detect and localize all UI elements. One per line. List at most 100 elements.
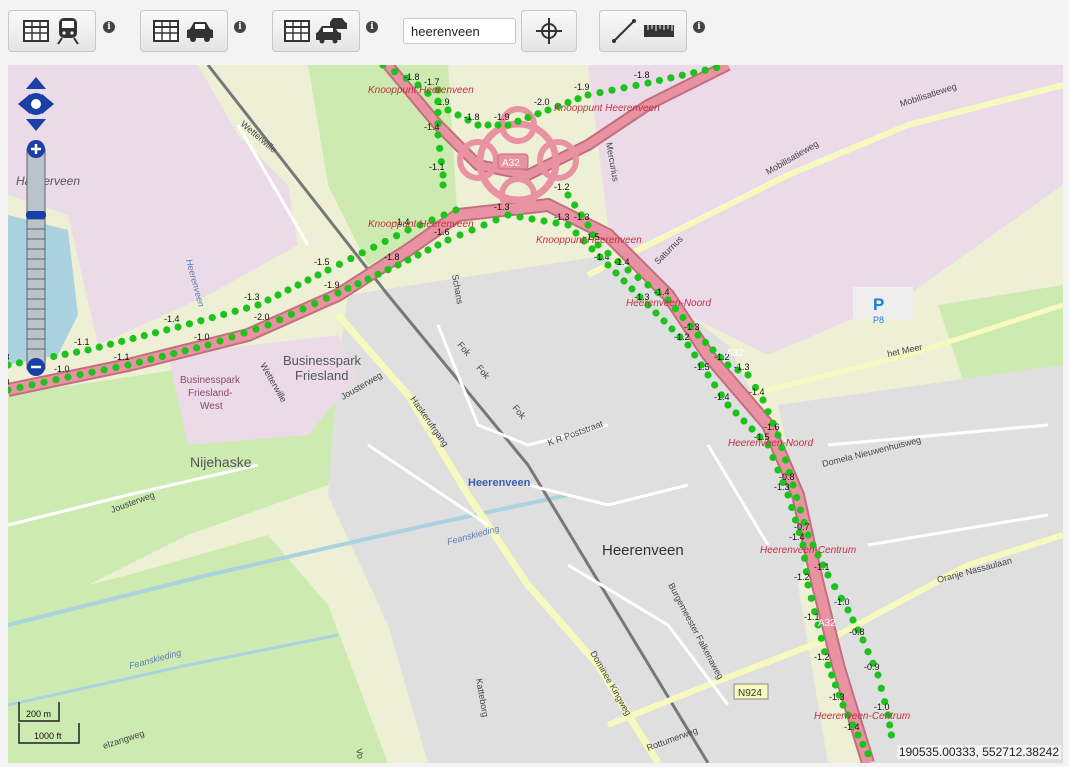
traffic-dot	[242, 304, 251, 312]
traffic-dot	[494, 121, 502, 129]
traffic-dot-value: -1.0	[194, 332, 210, 342]
traffic-dot-value: -1.5	[314, 257, 330, 267]
traffic-dot	[394, 261, 402, 269]
traffic-dot-value: -1.3	[774, 482, 790, 492]
ruler-icon	[644, 25, 674, 37]
traffic-dot	[704, 371, 712, 379]
road-shield: A32	[818, 618, 836, 629]
traffic-dot	[84, 346, 92, 354]
traffic-dot-value: -1.3	[8, 352, 10, 362]
traffic-dot	[516, 213, 524, 221]
traffic-dot	[124, 361, 132, 369]
traffic-dot-value: -1.3	[554, 212, 570, 222]
traffic-dot	[174, 323, 182, 331]
traffic-dot	[311, 300, 319, 308]
traffic-dot	[454, 111, 462, 119]
traffic-dot	[632, 81, 640, 89]
traffic-dot	[392, 232, 401, 240]
traffic-dot	[192, 344, 201, 352]
traffic-dot-value: -1.4	[844, 722, 860, 732]
traffic-dot	[50, 352, 58, 361]
line-icon	[612, 19, 636, 43]
pan-control[interactable]	[16, 75, 56, 133]
traffic-dot-value: -1.5	[694, 362, 710, 372]
junction-label: Knooppunt Heerenveen	[368, 219, 474, 230]
traffic-dot-value: -0.8	[849, 627, 865, 637]
junction-label: Knooppunt Heerenveen	[536, 235, 642, 246]
traffic-dot	[679, 313, 687, 322]
traffic-dot	[824, 661, 832, 669]
traffic-dot	[864, 750, 872, 758]
traffic-dot-value: -1.9	[324, 280, 340, 290]
traffic-dot	[732, 409, 740, 417]
traffic-dot	[684, 341, 692, 349]
traffic-dot-value: -1.6	[764, 422, 780, 432]
traffic-dot	[831, 681, 840, 689]
traffic-dot	[354, 280, 362, 288]
zoom-bar[interactable]	[26, 139, 46, 379]
traffic-dot	[106, 340, 115, 348]
traffic-dot	[564, 221, 572, 229]
traffic-dot-value: -1.2	[674, 332, 690, 342]
traffic-dot	[95, 343, 103, 351]
traffic-dot	[314, 271, 322, 279]
traffic-dot	[364, 275, 372, 283]
traffic-dot	[678, 71, 686, 79]
traffic-dot	[492, 216, 500, 224]
traffic-dot	[197, 317, 205, 325]
info-icon[interactable]: i	[103, 21, 115, 33]
traffic-dot	[381, 237, 389, 246]
traffic-dot-value: -1.1	[429, 162, 445, 172]
traffic-dot-value: -0.9	[864, 662, 880, 672]
traffic-dot	[817, 634, 825, 642]
traffic-dot	[480, 221, 488, 229]
traffic-dot	[264, 296, 272, 304]
info-icon[interactable]: i	[693, 21, 705, 33]
traffic-dot	[61, 350, 69, 358]
locate-button[interactable]	[521, 10, 577, 52]
info-icon[interactable]: i	[366, 21, 378, 33]
map-view[interactable]: -1.6-1.8-1.9-1.8-1.9-2.0-1.9-1.8-1.7-1.4…	[8, 65, 1063, 763]
traffic-dot	[88, 368, 96, 376]
traffic-dot-value: -1.4	[424, 122, 440, 132]
traffic-dot-value: -1.0	[8, 377, 10, 387]
traffic-dot	[112, 363, 120, 371]
search-input[interactable]	[403, 18, 516, 44]
traffic-dot	[374, 270, 382, 278]
traffic-dot	[484, 121, 492, 129]
street-label: Vo	[354, 748, 366, 760]
info-icon[interactable]: i	[234, 21, 246, 33]
traffic-dot-value: -1.3	[494, 202, 510, 212]
traffic-dot-value: -1.3	[684, 322, 700, 332]
traffic-dot	[789, 481, 797, 489]
traffic-dot-value: -1.3	[244, 292, 260, 302]
crosshair-icon	[536, 18, 562, 44]
traffic-dot	[528, 215, 536, 223]
traffic-dot	[358, 249, 366, 257]
parking-icon: P	[873, 295, 884, 314]
traffic-dot	[571, 201, 579, 209]
table-car-button[interactable]	[140, 10, 228, 52]
car-icon	[187, 22, 213, 42]
traffic-dot	[436, 144, 444, 152]
traffic-dot	[344, 284, 352, 292]
measure-button[interactable]	[599, 10, 687, 52]
traffic-dot-value: -1.1	[114, 352, 130, 362]
traffic-dot	[859, 740, 867, 748]
place-label: Friesland-	[188, 388, 232, 399]
traffic-dot-value: -1.9	[574, 82, 590, 92]
traffic-dot	[574, 95, 582, 103]
table-train-button[interactable]	[8, 10, 96, 52]
traffic-dot	[524, 113, 532, 122]
traffic-dot	[384, 266, 392, 274]
traffic-dot-value: -1.8	[464, 112, 480, 122]
traffic-dot	[16, 383, 24, 391]
traffic-dot-value: -2.0	[254, 312, 270, 322]
place-label: Nijehaske	[190, 454, 252, 470]
table-vehicle-queue-button[interactable]	[272, 10, 360, 52]
toolbar: i i i i	[0, 0, 1069, 62]
traffic-dot	[52, 376, 60, 384]
traffic-dot	[624, 266, 632, 274]
zoom-slider-handle[interactable]	[26, 211, 46, 219]
traffic-dot-value: -1.4	[164, 314, 180, 324]
